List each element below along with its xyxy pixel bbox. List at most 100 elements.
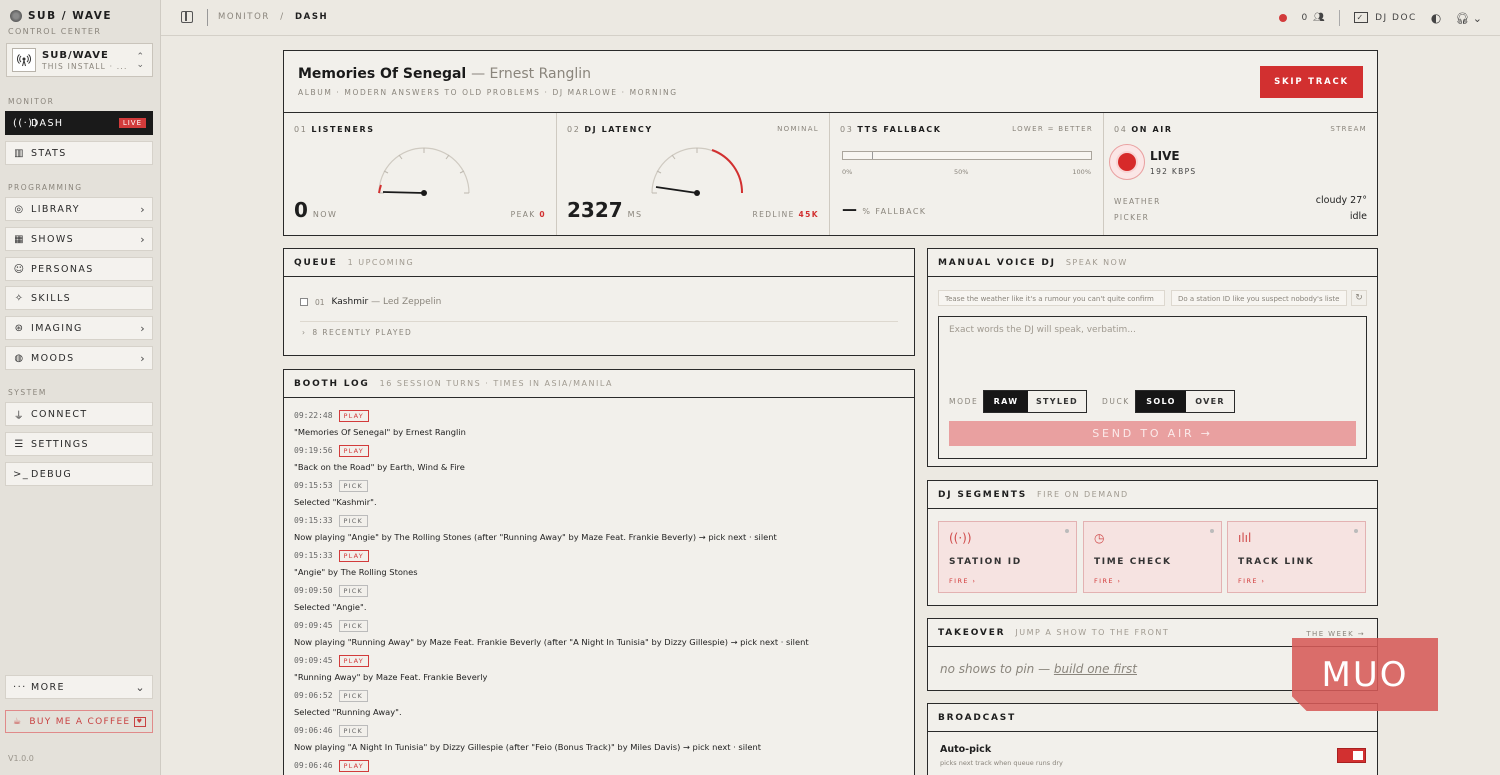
breadcrumb-parent[interactable]: MONITOR — [218, 12, 270, 22]
prompt-chip[interactable]: Do a station ID like you suspect nobody'… — [1171, 290, 1347, 306]
latency-value: 2327 MS — [567, 198, 643, 222]
time-check-card[interactable]: ◷ TIME CHECK FIRE › — [1083, 521, 1222, 593]
sidebar-item-label: PERSONAS — [31, 263, 94, 275]
listeners-gauge — [378, 147, 470, 196]
picker-label: PICKER — [1114, 213, 1150, 222]
autopick-toggle[interactable] — [1337, 748, 1366, 763]
log-text: "Angie" by The Rolling Stones — [294, 567, 418, 577]
mode-raw-button[interactable]: RAW — [984, 391, 1028, 412]
bitrate: 192 KBPS — [1150, 167, 1197, 176]
chevron-updown-icon: ⌃ ⌄ — [136, 52, 144, 70]
station-id-card[interactable]: ((·)) STATION ID FIRE › — [938, 521, 1077, 593]
sidebar-item-label: MOODS — [31, 352, 75, 364]
headphones-icon[interactable]: 🎧︎ ⌄ — [1455, 12, 1482, 25]
broadcast-heading: BROADCAST — [938, 713, 1017, 723]
divider — [284, 397, 914, 398]
sidebar-item-skills[interactable]: ✧ SKILLS — [5, 286, 153, 310]
dj-doc-button[interactable]: ✓ DJ DOC — [1353, 12, 1417, 23]
section-system: SYSTEM — [8, 388, 47, 397]
users-icon: 👥︎ — [1313, 13, 1325, 23]
prompt-chip[interactable]: Tease the weather like it's a rumour you… — [938, 290, 1165, 306]
breadcrumb: MONITOR / DASH — [218, 12, 329, 22]
sidebar-item-personas[interactable]: ☺ PERSONAS — [5, 257, 153, 281]
log-tag: PICK — [338, 479, 368, 492]
divider — [207, 9, 208, 26]
log-text: "Memories Of Senegal" by Ernest Ranglin — [294, 427, 466, 437]
recording-indicator — [1279, 14, 1288, 22]
version: V1.0.0 — [8, 754, 34, 763]
latency-redline: REDLINE 45K — [752, 210, 819, 219]
log-time: 09:19:56 — [294, 446, 333, 455]
fire-button[interactable]: FIRE › — [1238, 577, 1265, 585]
mode-styled-button[interactable]: STYLED — [1028, 391, 1086, 412]
signal-icon: ⊛ — [14, 322, 25, 334]
log-entry: 09:06:52 PICK Selected "Running Away". — [294, 688, 904, 723]
log-text: Selected "Kashmir". — [294, 497, 377, 507]
queue-item-track: Kashmir — [331, 297, 369, 307]
duck-over-button[interactable]: OVER — [1186, 391, 1234, 412]
queue-item[interactable]: 01 Kashmir — Led Zeppelin — [300, 297, 441, 307]
broadcast-panel: BROADCAST Auto-pick picks next track whe… — [927, 703, 1378, 775]
bar-chart-icon: ▥ — [14, 147, 25, 159]
log-time: 09:06:46 — [294, 761, 333, 770]
recently-played-toggle[interactable]: › 8 RECENTLY PLAYED — [302, 328, 412, 337]
tts-hint: LOWER = BETTER — [1012, 125, 1093, 133]
sidebar-item-debug[interactable]: >_ DEBUG — [5, 462, 153, 486]
install-name: SUB/WAVE — [42, 49, 109, 61]
status-dot — [1210, 529, 1214, 533]
sidebar-item-dash[interactable]: ((·)) DASH LIVE — [5, 111, 153, 135]
listener-count[interactable]: 0 👥︎ — [1301, 13, 1324, 23]
chevron-down-icon: ⌄ — [135, 680, 146, 694]
sidebar-item-stats[interactable]: ▥ STATS — [5, 141, 153, 165]
tts-heading: 03 TTS FALLBACK — [840, 125, 942, 134]
booth-log-panel: BOOTH LOG 16 SESSION TURNS · TIMES IN ASI… — [283, 369, 915, 775]
section-programming: PROGRAMMING — [8, 183, 83, 192]
takeover-empty: no shows to pin — build one first — [940, 662, 1137, 676]
log-tag: PLAY — [338, 444, 369, 457]
listener-count-value: 0 — [1301, 13, 1308, 23]
buy-coffee-button[interactable]: ☕ BUY ME A COFFEE ♥ — [5, 710, 153, 733]
brand-subtitle: CONTROL CENTER — [8, 27, 102, 36]
duck-solo-button[interactable]: SOLO — [1136, 391, 1186, 412]
more-button[interactable]: ··· MORE ⌄ — [5, 675, 153, 699]
send-to-air-button[interactable]: SEND TO AIR → — [949, 421, 1356, 446]
queue-checkbox[interactable] — [300, 298, 308, 306]
install-switcher[interactable]: SUB/WAVE THIS INSTALL · ... ⌃ ⌄ — [6, 43, 153, 77]
log-entry: 09:09:50 PICK Selected "Angie". — [294, 583, 904, 618]
mode-label: MODE — [949, 397, 979, 406]
segment-label: STATION ID — [949, 557, 1022, 567]
sidebar-item-shows[interactable]: ▦ SHOWS › — [5, 227, 153, 251]
scale-max: 100% — [1072, 168, 1091, 176]
log-entry: 09:15:33 PLAY "Angie" by The Rolling Stone… — [294, 548, 904, 583]
divider — [1338, 10, 1340, 26]
sidebar-item-connect[interactable]: ⏚ CONNECT — [5, 402, 153, 426]
sidebar-item-library[interactable]: ◎ LIBRARY › — [5, 197, 153, 221]
calendar-icon: ▦ — [14, 233, 25, 245]
chevron-right-icon: › — [140, 351, 146, 365]
waveform-icon: ılıl — [1238, 531, 1252, 545]
track-link-card[interactable]: ılıl TRACK LINK FIRE › — [1227, 521, 1366, 593]
takeover-heading: TAKEOVER JUMP A SHOW TO THE FRONT — [938, 628, 1170, 638]
fire-button[interactable]: FIRE › — [949, 577, 976, 585]
sidebar-item-label: SHOWS — [31, 233, 75, 245]
log-time: 09:09:50 — [294, 586, 333, 595]
sidebar-item-settings[interactable]: ☰ SETTINGS — [5, 432, 153, 456]
refresh-icon[interactable]: ↻ — [1351, 290, 1367, 306]
sidebar-toggle-icon[interactable] — [181, 11, 193, 23]
the-week-link[interactable]: THE WEEK → — [1306, 630, 1365, 638]
log-tag: PICK — [338, 584, 368, 597]
skip-track-button[interactable]: SKIP TRACK — [1260, 66, 1363, 98]
sidebar-item-moods[interactable]: ◍ MOODS › — [5, 346, 153, 370]
listeners-peak: PEAK 0 — [510, 210, 546, 219]
log-tag: PLAY — [338, 759, 369, 772]
sidebar-item-imaging[interactable]: ⊛ IMAGING › — [5, 316, 153, 340]
input-placeholder: Exact words the DJ will speak, verbatim.… — [949, 325, 1136, 335]
chevron-right-icon: › — [140, 321, 146, 335]
palette-icon[interactable]: ◐ — [1431, 11, 1441, 25]
brand[interactable]: SUB / WAVE — [10, 10, 112, 22]
listeners-value: 0 NOW — [294, 198, 338, 222]
now-playing-panel: Memories Of Senegal — Ernest Ranglin ALB… — [283, 50, 1378, 236]
fire-button[interactable]: FIRE › — [1094, 577, 1121, 585]
build-show-link[interactable]: build one first — [1054, 662, 1137, 676]
divider — [928, 276, 1377, 277]
